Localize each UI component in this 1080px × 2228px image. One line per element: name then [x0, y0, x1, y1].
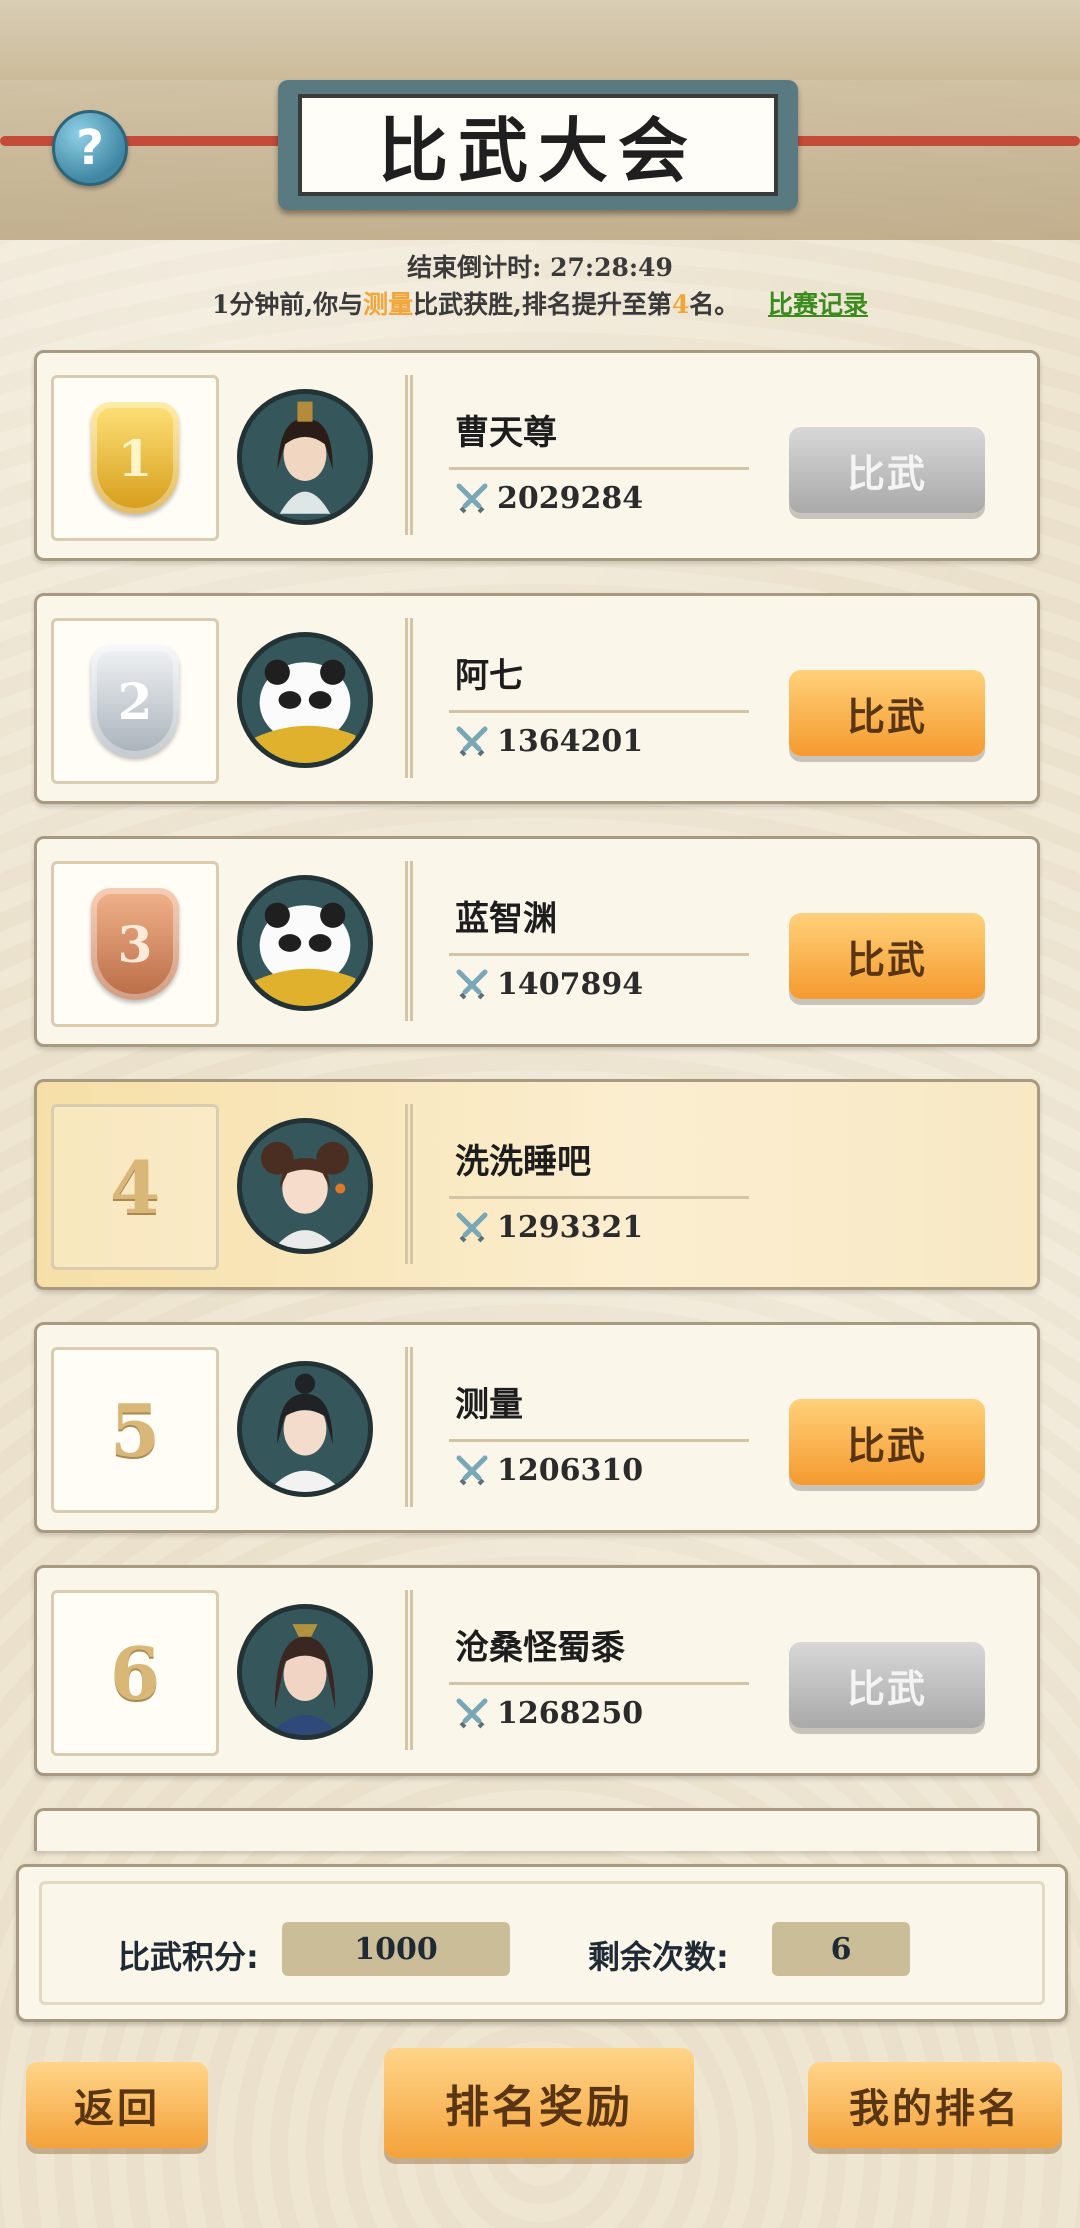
player-power: 1268250 — [455, 1696, 643, 1731]
challenge-button[interactable]: 比武 — [789, 913, 985, 999]
rope-right — [786, 136, 1080, 146]
countdown-time: 27:28:49 — [550, 253, 673, 282]
battle-news: 1分钟前,你与测量比武获胜,排名提升至第4名。 比赛记录 — [0, 285, 1080, 321]
bronze-medal-icon: 3 — [91, 888, 179, 1000]
rope-left — [0, 136, 290, 146]
avatar[interactable] — [237, 389, 373, 525]
divider — [449, 710, 749, 713]
player-info: 洗洗睡吧 1293321 — [405, 1104, 1025, 1264]
divider — [449, 467, 749, 470]
crossed-swords-icon — [456, 483, 488, 513]
power-value: 1407894 — [497, 967, 644, 1002]
power-value: 1206310 — [497, 1453, 644, 1488]
rank-box: 3 — [51, 861, 219, 1027]
rank-number: 6 — [109, 1630, 161, 1716]
crossed-swords-icon — [456, 1698, 488, 1728]
stats-panel: 比武积分: 1000 剩余次数: 6 — [16, 1864, 1068, 2022]
avatar[interactable] — [237, 1604, 373, 1740]
rank-number: 4 — [109, 1144, 161, 1230]
title-plaque: 比武大会 — [278, 80, 798, 210]
player-power: 2029284 — [455, 481, 643, 516]
player-name: 曹天尊 — [455, 413, 557, 453]
challenge-button[interactable]: 比武 — [789, 670, 985, 756]
question-icon: ? — [76, 120, 104, 176]
ranking-row: 6 沧桑怪蜀黍 1268250 比武 — [34, 1565, 1040, 1776]
help-button[interactable]: ? — [52, 110, 128, 186]
crossed-swords-icon — [456, 726, 488, 756]
rank-box: 2 — [51, 618, 219, 784]
player-info: 测量 1206310 比武 — [405, 1347, 1025, 1507]
divider — [449, 1196, 749, 1199]
silver-medal-icon: 2 — [91, 645, 179, 757]
stats-inner: 比武积分: 1000 剩余次数: 6 — [39, 1881, 1045, 2005]
rank-number: 5 — [109, 1387, 161, 1473]
news-middle: 比武获胜,排名提升至第 — [413, 290, 672, 319]
header-band-top — [0, 0, 1080, 80]
divider — [449, 1682, 749, 1685]
remaining-value: 6 — [772, 1922, 910, 1976]
divider — [449, 1439, 749, 1442]
back-button[interactable]: 返回 — [26, 2062, 208, 2148]
player-info: 阿七 1364201 比武 — [405, 618, 1025, 778]
challenge-button[interactable]: 比武 — [789, 1642, 985, 1728]
ranking-row-self: 4 洗洗睡吧 1293321 — [34, 1079, 1040, 1290]
avatar[interactable] — [237, 632, 373, 768]
rank-box: 4 — [51, 1104, 219, 1270]
crossed-swords-icon — [456, 1212, 488, 1242]
player-info: 曹天尊 2029284 比武 — [405, 375, 1025, 535]
power-value: 2029284 — [497, 481, 644, 516]
ranking-row: 1 曹天尊 2029284 比武 — [34, 350, 1040, 561]
player-name: 洗洗睡吧 — [455, 1142, 591, 1182]
news-prefix: 1分钟前,你与 — [212, 290, 364, 319]
player-info: 蓝智渊 1407894 比武 — [405, 861, 1025, 1021]
rank-box: 1 — [51, 375, 219, 541]
power-value: 1268250 — [497, 1696, 644, 1731]
challenge-button[interactable]: 比武 — [789, 1399, 985, 1485]
match-record-link[interactable]: 比赛记录 — [768, 290, 868, 319]
rank-rewards-button[interactable]: 排名奖励 — [384, 2048, 694, 2158]
rank-box: 6 — [51, 1590, 219, 1756]
ranking-row: 2 阿七 1364201 比武 — [34, 593, 1040, 804]
power-value: 1293321 — [497, 1210, 644, 1245]
rank-box: 5 — [51, 1347, 219, 1513]
avatar[interactable] — [237, 1118, 373, 1254]
gold-medal-icon: 1 — [91, 402, 179, 514]
player-power: 1206310 — [455, 1453, 643, 1488]
remaining-label: 剩余次数: — [588, 1938, 729, 1976]
points-value: 1000 — [282, 1922, 510, 1976]
ranking-row: 3 蓝智渊 1407894 比武 — [34, 836, 1040, 1047]
crossed-swords-icon — [456, 1455, 488, 1485]
challenge-button[interactable]: 比武 — [789, 427, 985, 513]
avatar[interactable] — [237, 1361, 373, 1497]
crossed-swords-icon — [456, 969, 488, 999]
ranking-row: 5 测量 1206310 比武 — [34, 1322, 1040, 1533]
divider — [449, 953, 749, 956]
player-name: 沧桑怪蜀黍 — [455, 1628, 625, 1668]
news-rank: 4 — [671, 290, 690, 319]
page-title: 比武大会 — [298, 94, 778, 196]
player-power: 1407894 — [455, 967, 643, 1002]
player-name: 阿七 — [455, 656, 523, 696]
avatar[interactable] — [237, 875, 373, 1011]
player-name: 测量 — [455, 1385, 523, 1425]
my-rank-button[interactable]: 我的排名 — [808, 2062, 1062, 2148]
ranking-row-partial — [34, 1808, 1040, 1851]
player-info: 沧桑怪蜀黍 1268250 比武 — [405, 1590, 1025, 1750]
power-value: 1364201 — [497, 724, 644, 759]
player-power: 1293321 — [455, 1210, 643, 1245]
player-name: 蓝智渊 — [455, 899, 557, 939]
player-power: 1364201 — [455, 724, 643, 759]
news-opponent: 测量 — [363, 290, 414, 319]
countdown: 结束倒计时: 27:28:49 — [0, 248, 1080, 284]
news-suffix: 名。 — [689, 290, 740, 319]
points-label: 比武积分: — [118, 1938, 259, 1976]
countdown-label: 结束倒计时: — [407, 253, 542, 282]
